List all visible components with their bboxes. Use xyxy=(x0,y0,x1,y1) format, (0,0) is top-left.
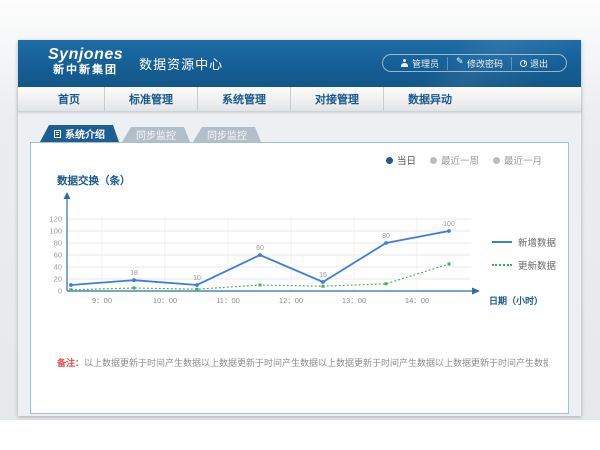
radio-dot-icon xyxy=(493,157,500,164)
footnote: 备注：以上数据更新于时间产生数据以上数据更新于时间产生数据以上数据更新于时间产生… xyxy=(57,356,548,369)
nav-item-standard-mgmt[interactable]: 标准管理 xyxy=(104,87,197,111)
userbar-logout-label: 退出 xyxy=(530,57,548,70)
range-filter-last-week[interactable]: 最近一周 xyxy=(430,153,479,167)
brand: Synjones 新中新集团 数据资源中心 xyxy=(48,46,223,76)
tab-bar: 系统介绍 同步监控 同步监控 xyxy=(40,125,569,142)
svg-text:100: 100 xyxy=(443,221,455,228)
app-title: 数据资源中心 xyxy=(139,54,223,76)
legend-item-new-data[interactable]: 新增数据 xyxy=(492,235,556,249)
tab-sync-monitor-1-label: 同步监控 xyxy=(136,127,176,142)
series-legend: 新增数据 更新数据 xyxy=(492,235,556,272)
dotted-line-swatch-icon xyxy=(492,264,512,266)
userbar-change-password-label: 修改密码 xyxy=(467,57,503,70)
svg-text:18: 18 xyxy=(130,270,138,277)
legend-item-update-data[interactable]: 更新数据 xyxy=(492,258,556,272)
svg-text:14：00: 14：00 xyxy=(405,296,429,305)
legend-new-data-label: 新增数据 xyxy=(518,235,556,249)
userbar-admin[interactable]: 管理员 xyxy=(393,57,447,70)
logo-text-en: Synjones xyxy=(48,46,123,64)
tab-system-intro[interactable]: 系统介绍 xyxy=(40,125,119,142)
nav-item-data-change[interactable]: 数据异动 xyxy=(383,87,476,111)
userbar-admin-label: 管理员 xyxy=(412,57,439,70)
svg-text:100: 100 xyxy=(49,227,62,236)
nav-item-home[interactable]: 首页 xyxy=(34,87,104,111)
svg-text:13：00: 13：00 xyxy=(342,296,366,305)
svg-text:10：00: 10：00 xyxy=(153,296,177,305)
edit-icon xyxy=(456,59,464,67)
radio-dot-icon xyxy=(430,157,437,164)
main-content: 系统介绍 同步监控 同步监控 当日 最近一周 xyxy=(18,112,581,416)
userbar-change-password[interactable]: 修改密码 xyxy=(447,57,511,70)
power-icon xyxy=(520,60,527,67)
svg-text:120: 120 xyxy=(49,215,62,224)
app-window: Synjones 新中新集团 数据资源中心 管理员 修改密码 退出 首页 标准管… xyxy=(18,40,581,416)
radio-dot-icon xyxy=(386,157,393,164)
userbar: 管理员 修改密码 退出 xyxy=(382,54,567,72)
user-icon xyxy=(401,59,409,67)
range-filter-today-label: 当日 xyxy=(397,153,416,167)
logo: Synjones 新中新集团 xyxy=(48,46,123,76)
svg-text:80: 80 xyxy=(54,239,62,248)
logo-text-cn: 新中新集团 xyxy=(48,64,123,76)
tab-sync-monitor-2-label: 同步监控 xyxy=(207,127,247,142)
app-header: Synjones 新中新集团 数据资源中心 管理员 修改密码 退出 xyxy=(18,40,581,87)
nav-item-system-mgmt[interactable]: 系统管理 xyxy=(197,87,290,111)
legend-update-data-label: 更新数据 xyxy=(518,258,556,272)
range-filter-last-month-label: 最近一月 xyxy=(504,153,542,167)
svg-text:日期（小时）: 日期（小时） xyxy=(489,295,543,306)
svg-text:40: 40 xyxy=(54,263,62,272)
tab-system-intro-label: 系统介绍 xyxy=(65,126,105,141)
footnote-prefix: 备注： xyxy=(57,358,84,368)
svg-text:12：00: 12：00 xyxy=(279,296,303,305)
chart-y-axis-title: 数据交换（条） xyxy=(57,173,131,188)
chart-panel: 当日 最近一周 最近一月 数据交换（条） 0 20 40 60 80 100 120 9：00… xyxy=(30,142,569,414)
userbar-logout[interactable]: 退出 xyxy=(511,57,556,70)
range-filter-today[interactable]: 当日 xyxy=(386,153,416,167)
range-filter-last-month[interactable]: 最近一月 xyxy=(493,153,542,167)
line-swatch-icon xyxy=(492,241,512,243)
nav-bar: 首页 标准管理 系统管理 对接管理 数据异动 xyxy=(18,87,581,112)
svg-text:11：00: 11：00 xyxy=(216,296,240,305)
nav-item-integration-mgmt[interactable]: 对接管理 xyxy=(290,87,383,111)
svg-text:10: 10 xyxy=(193,275,201,282)
svg-text:20: 20 xyxy=(54,275,62,284)
range-filter-group: 当日 最近一周 最近一月 xyxy=(386,153,542,167)
document-icon xyxy=(54,130,61,138)
svg-text:60: 60 xyxy=(54,251,62,260)
svg-text:9：00: 9：00 xyxy=(92,296,112,305)
range-filter-last-week-label: 最近一周 xyxy=(441,153,479,167)
svg-text:60: 60 xyxy=(256,245,264,252)
svg-text:0: 0 xyxy=(58,287,62,296)
footnote-text: 以上数据更新于时间产生数据以上数据更新于时间产生数据以上数据更新于时间产生数据以… xyxy=(84,358,548,368)
tab-sync-monitor-1[interactable]: 同步监控 xyxy=(122,127,190,142)
svg-text:80: 80 xyxy=(382,233,390,240)
tab-sync-monitor-2[interactable]: 同步监控 xyxy=(193,127,261,142)
svg-text:15: 15 xyxy=(319,272,327,279)
